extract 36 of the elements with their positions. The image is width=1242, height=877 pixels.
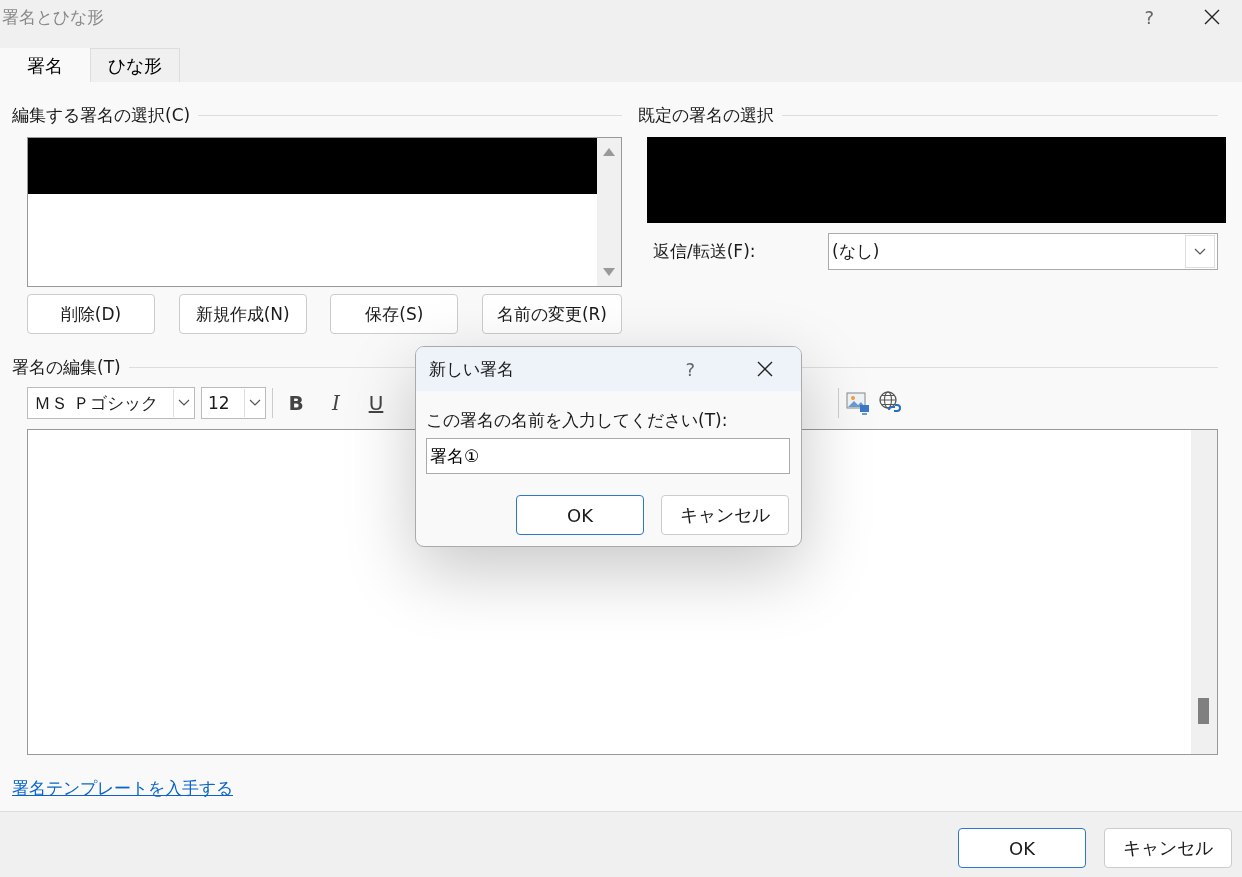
chevron-down-icon	[249, 399, 261, 407]
help-button[interactable]: ?	[1144, 6, 1154, 28]
window-title: 署名とひな形	[2, 5, 104, 29]
section-label: 既定の署名の選択	[638, 104, 774, 127]
action-button[interactable]: 名前の変更(R)	[481, 294, 622, 334]
field-label: 返信/転送(F):	[653, 240, 757, 263]
font-dropdown[interactable]: ＭＳ Ｐゴシック	[27, 387, 195, 419]
dialog-title: 新しい署名	[429, 357, 514, 381]
format-button[interactable]: I	[319, 387, 353, 419]
format-button[interactable]: U	[359, 387, 393, 419]
font-size-dropdown[interactable]: 12	[201, 387, 266, 419]
section-label: 署名の編集(T)	[12, 356, 121, 379]
picture-icon[interactable]	[845, 390, 871, 416]
field-label: この署名の名前を入力してください(T):	[426, 409, 729, 432]
signature-list[interactable]	[27, 137, 622, 287]
dialog-button[interactable]: キャンセル	[1104, 828, 1232, 868]
dialog-button[interactable]: キャンセル	[661, 495, 789, 535]
section-label: 編集する署名の選択(C)	[12, 104, 191, 127]
help-button[interactable]: ?	[685, 358, 695, 380]
action-button[interactable]: 削除(D)	[27, 294, 155, 334]
close-icon[interactable]	[1204, 9, 1220, 25]
dialog-button[interactable]: OK	[516, 495, 644, 535]
scrollbar[interactable]	[1191, 430, 1217, 754]
tab[interactable]: ひな形	[90, 48, 180, 82]
chevron-down-icon	[178, 399, 190, 407]
signature-name-field[interactable]: 署名①	[426, 438, 790, 474]
dialog-button[interactable]: OK	[958, 828, 1086, 868]
action-button[interactable]: 保存(S)	[330, 294, 459, 334]
action-button[interactable]: 新規作成(N)	[178, 294, 307, 334]
format-button[interactable]: B	[279, 387, 313, 419]
template-link[interactable]: 署名テンプレートを入手する	[12, 777, 233, 800]
reply-forward-dropdown[interactable]: (なし)	[828, 233, 1218, 270]
chevron-down-icon	[1194, 247, 1206, 256]
scrollbar[interactable]	[597, 138, 621, 286]
close-icon[interactable]	[757, 361, 773, 377]
tab[interactable]: 署名	[0, 48, 90, 82]
